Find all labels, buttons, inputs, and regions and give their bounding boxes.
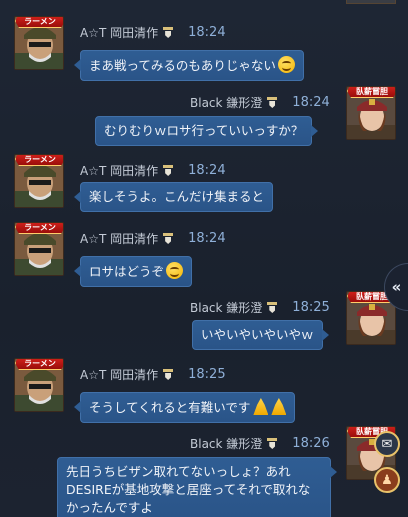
message-text: いやいやいやいやｗ xyxy=(201,327,314,342)
sender-name: Black 鎌形澄 xyxy=(190,301,263,315)
message-header: A☆T 岡田清作 18:25 xyxy=(80,366,226,383)
sender-name: Black 鎌形澄 xyxy=(190,437,263,451)
timestamp: 18:24 xyxy=(292,95,330,110)
avatar-badge: 臥薪嘗胆 xyxy=(347,87,395,98)
sender-name: Black 鎌形澄 xyxy=(190,96,263,110)
message-bubble[interactable]: そうしてくれると有難いです xyxy=(73,392,296,423)
message-bubble[interactable]: 先日うちビザン取れてないっしょ？あれDESIREが基地攻撃と居座ってそれで取れな… xyxy=(57,457,337,517)
message-header: A☆T 岡田清作 18:24 xyxy=(80,24,226,41)
message-bubble[interactable]: ロサはどうぞ xyxy=(73,256,193,287)
friend-icon: ♟ xyxy=(381,472,393,488)
message-text: 楽しそうよ。こんだけ集まると xyxy=(89,189,265,204)
avatar-okada[interactable]: ラーメン xyxy=(14,16,64,70)
rank-icon xyxy=(163,165,174,176)
avatar-badge: ラーメン xyxy=(15,17,63,28)
timestamp: 18:24 xyxy=(188,25,226,40)
message-bubble[interactable]: まあ戦ってみるのもありじゃない xyxy=(74,50,304,81)
previous-avatar-edge xyxy=(346,0,396,4)
avatar-kamagata[interactable]: 臥薪嘗胆 xyxy=(346,86,396,140)
rank-icon xyxy=(267,438,278,449)
rank-icon xyxy=(267,302,278,313)
message-text: まあ戦ってみるのもありじゃない xyxy=(89,58,276,73)
message-header: Black 鎌形澄 18:26 xyxy=(190,435,330,452)
smile-emoji-icon xyxy=(277,56,295,73)
message-header: A☆T 岡田清作 18:24 xyxy=(80,162,226,179)
rank-icon xyxy=(267,97,278,108)
message-header: Black 鎌形澄 18:24 xyxy=(190,94,330,111)
timestamp: 18:26 xyxy=(292,436,330,451)
message-bubble[interactable]: いやいやいやいやｗ xyxy=(192,320,329,350)
sender-name: A☆T 岡田清作 xyxy=(80,26,159,40)
pray-emoji-icon xyxy=(253,398,269,415)
pray-emoji-icon xyxy=(271,398,287,415)
timestamp: 18:25 xyxy=(292,300,330,315)
double-chevron-left-icon: « xyxy=(391,278,402,296)
sender-name: A☆T 岡田清作 xyxy=(80,368,159,382)
rank-icon xyxy=(163,369,174,380)
message-bubble[interactable]: むりむりｗロサ行っていいっすか？ xyxy=(95,116,319,146)
avatar-badge: ラーメン xyxy=(15,223,63,234)
rank-icon xyxy=(163,233,174,244)
avatar-badge: ラーメン xyxy=(15,155,63,166)
avatar-okada[interactable]: ラーメン xyxy=(14,154,64,208)
message-header: Black 鎌形澄 18:25 xyxy=(190,299,330,316)
message-text: 先日うちビザン取れてないっしょ？あれDESIREが基地攻撃と居座ってそれで取れな… xyxy=(66,464,311,515)
mail-button[interactable]: ✉ xyxy=(374,431,400,457)
avatar-okada[interactable]: ラーメン xyxy=(14,222,64,276)
message-bubble[interactable]: 楽しそうよ。こんだけ集まると xyxy=(73,182,274,212)
smile-emoji-icon xyxy=(166,262,184,279)
rank-icon xyxy=(163,27,174,38)
sender-name: A☆T 岡田清作 xyxy=(80,232,159,246)
timestamp: 18:24 xyxy=(188,231,226,246)
timestamp: 18:24 xyxy=(188,163,226,178)
sender-name: A☆T 岡田清作 xyxy=(80,164,159,178)
mail-icon: ✉ xyxy=(381,436,393,452)
chat-log[interactable]: ラーメン A☆T 岡田清作 18:24 まあ戦ってみるのもありじゃない 臥薪嘗胆… xyxy=(0,0,408,517)
avatar-okada[interactable]: ラーメン xyxy=(14,358,64,412)
message-header: A☆T 岡田清作 18:24 xyxy=(80,230,226,247)
message-text: ロサはどうぞ xyxy=(89,264,165,279)
friend-button[interactable]: ♟ xyxy=(374,467,400,493)
avatar-badge: ラーメン xyxy=(15,359,63,370)
message-text: そうしてくれると有難いです xyxy=(89,400,251,415)
timestamp: 18:25 xyxy=(188,367,226,382)
message-text: むりむりｗロサ行っていいっすか？ xyxy=(104,123,304,138)
